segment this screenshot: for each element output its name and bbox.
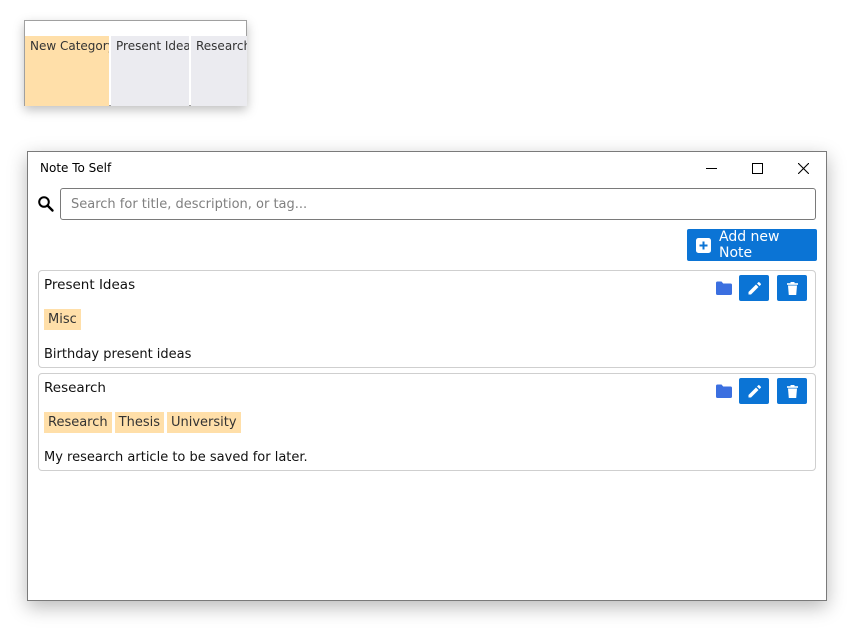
note-title: Research — [44, 380, 106, 396]
maximize-button[interactable] — [734, 152, 780, 184]
add-note-label: Add new Note — [718, 229, 780, 261]
edit-button[interactable] — [739, 275, 769, 301]
note-description: Birthday present ideas — [44, 347, 192, 362]
minimize-icon — [705, 167, 717, 169]
main-window: Note To Self Add new Note — [27, 151, 827, 601]
tag[interactable]: Research — [44, 412, 112, 433]
search-icon — [38, 196, 54, 212]
edit-button[interactable] — [739, 378, 769, 404]
pencil-icon — [748, 384, 761, 397]
minimize-button[interactable] — [688, 152, 734, 184]
add-note-button[interactable]: Add new Note — [687, 229, 817, 261]
note-card[interactable]: Research Research Thesis University My r… — [38, 373, 816, 471]
tag[interactable]: Thesis — [114, 412, 164, 433]
note-description: My research article to be saved for late… — [44, 450, 308, 465]
maximize-icon — [751, 162, 763, 174]
folder-icon[interactable] — [716, 384, 732, 398]
category-tile-present-ideas[interactable]: Present Ideas — [111, 36, 189, 106]
category-tile-research[interactable]: Research — [191, 36, 247, 106]
tag-list: Misc — [44, 309, 81, 330]
trash-icon — [786, 384, 798, 398]
folder-icon[interactable] — [716, 281, 732, 295]
close-button[interactable] — [780, 152, 826, 184]
search-input[interactable] — [60, 188, 816, 220]
delete-button[interactable] — [777, 378, 807, 404]
note-card[interactable]: Present Ideas Misc Birthday present idea… — [38, 270, 816, 368]
note-title: Present Ideas — [44, 277, 136, 293]
category-strip: New Category Present Ideas Research — [24, 20, 247, 106]
delete-button[interactable] — [777, 275, 807, 301]
pencil-icon — [748, 281, 761, 294]
close-icon — [797, 162, 809, 174]
trash-icon — [786, 281, 798, 295]
tag[interactable]: University — [166, 412, 241, 433]
tag[interactable]: Misc — [44, 309, 81, 330]
title-bar[interactable]: Note To Self — [28, 152, 826, 184]
category-tile-new[interactable]: New Category — [25, 36, 109, 106]
tag-list: Research Thesis University — [44, 412, 241, 433]
window-title: Note To Self — [40, 161, 112, 175]
add-square-icon — [696, 237, 711, 253]
